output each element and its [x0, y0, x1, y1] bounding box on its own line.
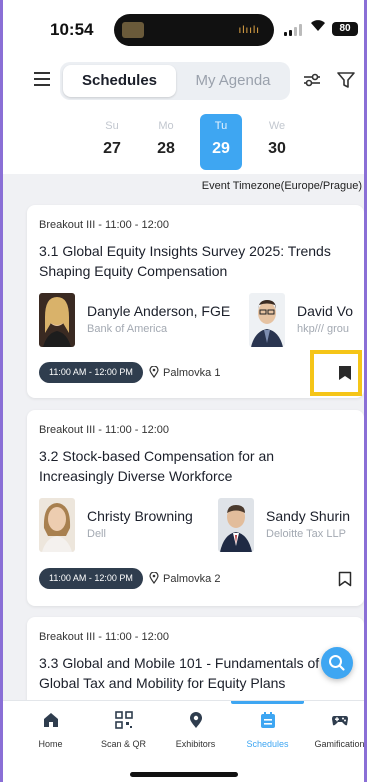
date-num: 30	[268, 140, 286, 157]
session-meta: Breakout III - 11:00 - 12:00	[39, 424, 170, 436]
bottom-tab-bar: Home Scan & QR Exhibitors Schedules Gami…	[0, 700, 367, 782]
time-pill: 11:00 AM - 12:00 PM	[39, 362, 143, 383]
session-location: Palmovka 2	[149, 572, 220, 585]
session-location: Palmovka 1	[149, 366, 220, 379]
session-title: 3.3 Global and Mobile 101 - Fundamentals…	[39, 655, 320, 691]
date-dow: Tu	[214, 120, 228, 132]
speaker[interactable]: Sandy Shurin Deloitte Tax LLP	[218, 498, 364, 554]
session-meta: Breakout III - 11:00 - 12:00	[39, 631, 170, 643]
signal-icon	[284, 24, 306, 36]
location-pin-icon	[149, 366, 159, 378]
speaker-avatar	[218, 498, 254, 552]
date-num: 27	[103, 140, 121, 157]
session-meta: Breakout III - 11:00 - 12:00	[39, 219, 170, 231]
speaker[interactable]: Danyle Anderson, FGE Bank of America	[39, 293, 249, 349]
session-card[interactable]: Breakout III - 11:00 - 12:00 3.2 Stock-b…	[27, 410, 364, 606]
tab-exhibitors[interactable]: Exhibitors	[159, 701, 232, 761]
status-bar: 10:54 ılıılı 80	[0, 0, 367, 56]
speaker-name: Danyle Anderson, FGE	[87, 303, 231, 319]
speaker-avatar	[39, 498, 75, 552]
date-dow: Su	[105, 120, 119, 132]
date-item-mo[interactable]: Mo 28	[145, 114, 187, 170]
date-num: 29	[212, 140, 230, 157]
app-header: Schedules My Agenda	[0, 56, 367, 108]
view-switcher: Schedules My Agenda	[60, 62, 290, 100]
speaker-org: Dell	[87, 528, 106, 540]
date-dow: We	[268, 120, 286, 132]
speaker-avatar	[249, 293, 285, 347]
dynamic-island: ılıılı	[114, 14, 274, 46]
speaker-org: hkp/// grou	[297, 323, 349, 335]
date-num: 28	[157, 140, 175, 157]
wifi-icon	[310, 18, 326, 36]
tab-gamification[interactable]: Gamification	[303, 701, 367, 761]
tab-scan-qr[interactable]: Scan & QR	[87, 701, 160, 761]
bookmark-highlight	[310, 350, 362, 396]
search-icon	[329, 655, 345, 671]
tab-label: Gamification	[314, 739, 365, 749]
session-title: 3.1 Global Equity Insights Survey 2025: …	[39, 243, 331, 279]
menu-icon[interactable]	[34, 72, 52, 86]
filter-icon[interactable]	[336, 70, 356, 90]
audio-wave-icon: ılıılı	[238, 25, 260, 36]
time-pill: 11:00 AM - 12:00 PM	[39, 568, 143, 589]
search-button[interactable]	[321, 647, 353, 679]
qr-icon	[114, 711, 133, 729]
location-pin-icon	[149, 572, 159, 584]
tab-schedules[interactable]: Schedules	[63, 65, 176, 97]
location-label: Palmovka 1	[163, 367, 221, 379]
tab-schedules-nav[interactable]: Schedules	[231, 701, 304, 761]
home-icon	[43, 713, 58, 727]
tab-my-agenda[interactable]: My Agenda	[178, 65, 288, 97]
speaker-name: David Vo	[297, 303, 354, 319]
location-label: Palmovka 2	[163, 573, 221, 585]
battery-icon: 80	[332, 22, 358, 36]
speaker-name: Christy Browning	[87, 508, 193, 524]
date-item-tu[interactable]: Tu 29	[200, 114, 242, 170]
home-indicator	[130, 772, 238, 777]
gamepad-icon	[331, 716, 348, 726]
calendar-icon	[260, 712, 275, 728]
map-pin-icon	[189, 712, 202, 728]
tab-home[interactable]: Home	[14, 701, 87, 761]
sort-icon[interactable]	[302, 70, 322, 90]
bookmark-outline-icon[interactable]	[338, 571, 352, 587]
speaker[interactable]: David Vo hkp/// grou	[249, 293, 364, 349]
date-dow: Mo	[158, 120, 174, 132]
media-thumbnail	[122, 22, 144, 38]
date-item-su[interactable]: Su 27	[91, 114, 133, 170]
speaker-name: Sandy Shurin	[266, 508, 351, 524]
speaker-avatar	[39, 293, 75, 347]
date-item-we[interactable]: We 30	[256, 114, 298, 170]
date-picker: Su 27 Mo 28 Tu 29 We 30	[0, 108, 367, 174]
speaker[interactable]: Christy Browning Dell	[39, 498, 219, 554]
timezone-label: Event Timezone(Europe/Prague)	[201, 180, 362, 192]
session-title: 3.2 Stock-based Compensation for an Incr…	[39, 448, 275, 484]
status-time: 10:54	[50, 20, 94, 39]
speaker-org: Bank of America	[87, 323, 168, 335]
speaker-org: Deloitte Tax LLP	[266, 528, 346, 540]
